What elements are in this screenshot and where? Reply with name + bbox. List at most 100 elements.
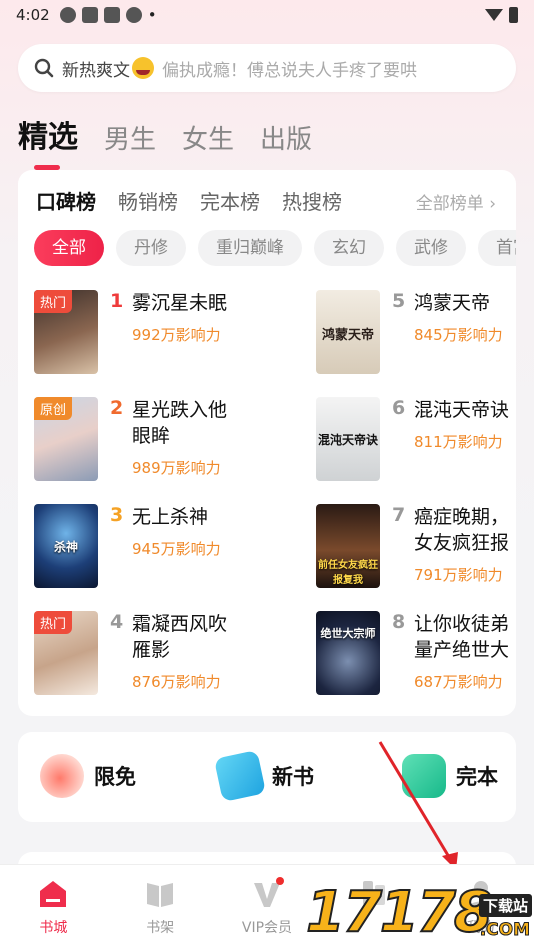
book-popularity: 811万影响力 bbox=[414, 433, 503, 451]
book-cover: 热门 bbox=[34, 290, 98, 374]
book-title: 雾沉星未眠 bbox=[132, 292, 228, 314]
book-cover: 绝世大宗师 bbox=[316, 611, 380, 695]
nav-label: 书架 bbox=[146, 920, 175, 936]
app-notification-icon bbox=[103, 7, 120, 23]
book-cover: 杀神 bbox=[34, 504, 98, 588]
genre-chips: 全部 丹修 重归巅峰 玄幻 武修 首富 bbox=[34, 230, 516, 266]
book-title: 星光跌入他眼眸 bbox=[132, 399, 228, 447]
book-item[interactable]: 杀神 3 无上杀神 945万影响力 bbox=[34, 504, 242, 588]
watermark-domain: .COM bbox=[479, 920, 530, 941]
book-item[interactable]: 绝世大宗师 8 让你收徒弟量产绝世大 687万影响力 bbox=[316, 611, 516, 695]
new-badge-icon bbox=[213, 749, 267, 803]
ranking-card: 口碑榜 畅销榜 完本榜 热搜榜 全部榜单 › 全部 丹修 重归巅峰 玄幻 武修 … bbox=[18, 170, 516, 716]
book-title: 癌症晚期，女友疯狂报 bbox=[414, 506, 510, 554]
battery-icon bbox=[509, 7, 518, 23]
hot-word: 新热爽文 bbox=[62, 60, 130, 81]
notification-icon bbox=[59, 7, 76, 23]
all-rankings-link[interactable]: 全部榜单 › bbox=[416, 189, 496, 214]
book-popularity: 992万影响力 bbox=[132, 326, 221, 344]
more-notifications-icon: • bbox=[147, 6, 157, 24]
book-icon bbox=[147, 883, 174, 907]
cover-title: 前任女友疯狂报复我 bbox=[318, 560, 378, 586]
watermark: 17178 下载站 .COM bbox=[305, 879, 534, 950]
hot-tag: 热门 bbox=[34, 611, 73, 634]
bookstore-icon bbox=[40, 881, 67, 907]
cover-title: 混沌天帝诀 bbox=[317, 433, 378, 447]
rank-number: 5 bbox=[392, 290, 406, 312]
book-popularity: 876万影响力 bbox=[132, 673, 221, 691]
chip-genre[interactable]: 丹修 bbox=[116, 230, 186, 266]
rank-number: 4 bbox=[110, 611, 124, 633]
status-time: 4:02 bbox=[16, 6, 50, 24]
book-item[interactable]: 原创 2 星光跌入他眼眸 989万影响力 bbox=[34, 397, 242, 481]
nav-vip[interactable]: VIP会员 bbox=[214, 865, 321, 950]
tab-male[interactable]: 男生 bbox=[104, 119, 156, 156]
chip-genre[interactable]: 首富 bbox=[478, 230, 516, 266]
rank-number: 6 bbox=[392, 397, 406, 419]
book-item[interactable]: 鸿蒙天帝 5 鸿蒙天帝 845万影响力 bbox=[316, 290, 516, 374]
book-title: 让你收徒弟量产绝世大 bbox=[414, 613, 510, 661]
tab-female[interactable]: 女生 bbox=[182, 119, 234, 156]
rank-tab-completed[interactable]: 完本榜 bbox=[200, 186, 260, 215]
book-cover: 热门 bbox=[34, 611, 98, 695]
book-item[interactable]: 热门 1 雾沉星未眠 992万影响力 bbox=[34, 290, 242, 374]
book-cover: 原创 bbox=[34, 397, 98, 481]
rank-number: 7 bbox=[392, 504, 406, 526]
book-popularity: 989万影响力 bbox=[132, 459, 221, 477]
hot-tag: 热门 bbox=[34, 290, 73, 313]
free-entry[interactable]: 限免 bbox=[40, 754, 136, 798]
cover-title: 杀神 bbox=[53, 540, 78, 554]
new-book-label: 新书 bbox=[272, 765, 314, 789]
book-item[interactable]: 热门 4 霜凝西风吹雁影 876万影响力 bbox=[34, 611, 242, 695]
book-cover: 混沌天帝诀 bbox=[316, 397, 380, 481]
new-book-entry[interactable]: 新书 bbox=[213, 749, 314, 803]
wifi-icon bbox=[485, 9, 503, 21]
annotation-arrow bbox=[378, 741, 458, 870]
book-popularity: 945万影响力 bbox=[132, 540, 221, 558]
watermark-site: 下载站 bbox=[478, 894, 532, 917]
search-bar[interactable]: 新热爽文 偏执成瘾！傅总说夫人手疼了要哄 bbox=[18, 44, 516, 92]
chip-genre[interactable]: 重归巅峰 bbox=[198, 230, 302, 266]
cover-title: 绝世大宗师 bbox=[320, 627, 376, 640]
free-label: 限免 bbox=[94, 765, 136, 789]
stopwatch-icon bbox=[40, 754, 84, 798]
rank-number: 2 bbox=[110, 397, 124, 419]
vip-icon bbox=[253, 877, 284, 907]
rank-number: 3 bbox=[110, 504, 124, 526]
notification-icon bbox=[125, 7, 142, 23]
rank-number: 1 bbox=[110, 290, 124, 312]
book-title: 混沌天帝诀 bbox=[414, 399, 510, 421]
nav-bookstore[interactable]: 书城 bbox=[0, 865, 107, 950]
book-title: 霜凝西风吹雁影 bbox=[132, 613, 228, 661]
book-popularity: 791万影响力 bbox=[414, 566, 503, 584]
tab-featured[interactable]: 精选 bbox=[18, 112, 78, 170]
chip-genre[interactable]: 玄幻 bbox=[314, 230, 384, 266]
chip-genre[interactable]: 武修 bbox=[396, 230, 466, 266]
rank-tab-reputation[interactable]: 口碑榜 bbox=[36, 186, 96, 215]
book-cover: 鸿蒙天帝 bbox=[316, 290, 380, 374]
star-eyes-emoji-icon bbox=[132, 57, 154, 79]
original-tag: 原创 bbox=[34, 397, 73, 420]
search-hint: 偏执成瘾！傅总说夫人手疼了要哄 bbox=[162, 60, 417, 81]
channel-tabs: 精选 男生 女生 出版 bbox=[18, 112, 312, 170]
chip-all[interactable]: 全部 bbox=[34, 230, 104, 266]
ranking-tabs: 口碑榜 畅销榜 完本榜 热搜榜 bbox=[36, 186, 342, 215]
book-title: 无上杀神 bbox=[132, 506, 209, 528]
nav-label: 书城 bbox=[39, 920, 68, 936]
cover-title: 鸿蒙天帝 bbox=[321, 328, 374, 343]
book-title: 鸿蒙天帝 bbox=[414, 292, 491, 314]
search-icon bbox=[34, 58, 54, 78]
rank-number: 8 bbox=[392, 611, 406, 633]
tab-published[interactable]: 出版 bbox=[260, 119, 312, 156]
book-popularity: 687万影响力 bbox=[414, 673, 503, 691]
rank-tab-hot-search[interactable]: 热搜榜 bbox=[282, 186, 342, 215]
book-item[interactable]: 前任女友疯狂报复我 7 癌症晚期，女友疯狂报 791万影响力 bbox=[316, 504, 516, 588]
book-cover: 前任女友疯狂报复我 bbox=[316, 504, 380, 588]
status-bar: 4:02 • bbox=[0, 0, 534, 30]
book-item[interactable]: 混沌天帝诀 6 混沌天帝诀 811万影响力 bbox=[316, 397, 516, 481]
rank-tab-bestseller[interactable]: 畅销榜 bbox=[118, 186, 178, 215]
book-popularity: 845万影响力 bbox=[414, 326, 503, 344]
app-notification-icon bbox=[81, 7, 98, 23]
watermark-number: 17178 bbox=[305, 879, 494, 946]
nav-bookshelf[interactable]: 书架 bbox=[107, 865, 214, 950]
